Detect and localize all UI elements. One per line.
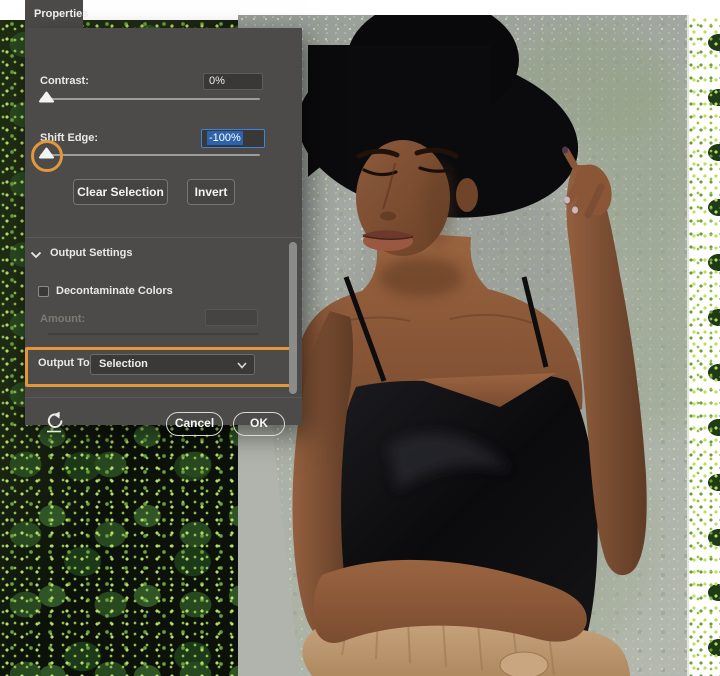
ok-button[interactable]: OK bbox=[233, 412, 285, 436]
invert-button[interactable]: Invert bbox=[187, 179, 235, 205]
chevron-down-icon bbox=[237, 362, 247, 369]
contrast-value-field[interactable]: 0% bbox=[203, 73, 263, 90]
model-photo bbox=[238, 15, 687, 676]
cancel-button[interactable]: Cancel bbox=[166, 412, 223, 436]
shift-edge-label: Shift Edge: bbox=[40, 132, 98, 144]
decontaminate-colors-checkbox[interactable] bbox=[38, 286, 49, 297]
contrast-slider[interactable] bbox=[40, 98, 260, 100]
output-to-value: Selection bbox=[99, 358, 148, 370]
footer-divider bbox=[25, 397, 302, 398]
clear-selection-button[interactable]: Clear Selection bbox=[73, 179, 168, 205]
tab-properties[interactable]: Properties bbox=[25, 0, 83, 28]
decontaminate-colors-label: Decontaminate Colors bbox=[56, 285, 173, 297]
shift-edge-slider[interactable] bbox=[40, 154, 260, 156]
properties-panel-body: Contrast: 0% Shift Edge: -100% Clear Sel… bbox=[25, 28, 302, 425]
concrete-pillar bbox=[238, 409, 300, 676]
reset-icon[interactable] bbox=[43, 411, 65, 433]
ear bbox=[456, 178, 478, 212]
screenshot-root: Properties Contrast: 0% Shift Edge: -100… bbox=[0, 0, 720, 676]
amount-label: Amount: bbox=[40, 313, 85, 325]
chevron-down-icon[interactable] bbox=[30, 251, 42, 259]
face-shading bbox=[424, 163, 454, 247]
output-to-label: Output To: bbox=[38, 357, 93, 369]
chin-shadow bbox=[379, 257, 463, 297]
contrast-label: Contrast: bbox=[40, 75, 89, 87]
shift-edge-value: -100% bbox=[207, 131, 243, 145]
photo-canvas bbox=[238, 15, 687, 676]
amount-slider bbox=[48, 333, 258, 335]
amount-value-field bbox=[205, 309, 258, 326]
contrast-slider-thumb[interactable] bbox=[39, 91, 54, 103]
background-foliage-right bbox=[687, 15, 720, 676]
shift-edge-slider-thumb[interactable] bbox=[39, 147, 54, 159]
section-divider bbox=[25, 237, 302, 238]
contrast-value: 0% bbox=[209, 75, 225, 87]
output-settings-header[interactable]: Output Settings bbox=[50, 247, 133, 259]
shift-edge-value-field[interactable]: -100% bbox=[201, 129, 265, 148]
properties-panel: Properties Contrast: 0% Shift Edge: -100… bbox=[25, 0, 302, 425]
output-to-dropdown[interactable]: Selection bbox=[90, 354, 255, 375]
panel-scrollbar[interactable] bbox=[289, 242, 297, 394]
